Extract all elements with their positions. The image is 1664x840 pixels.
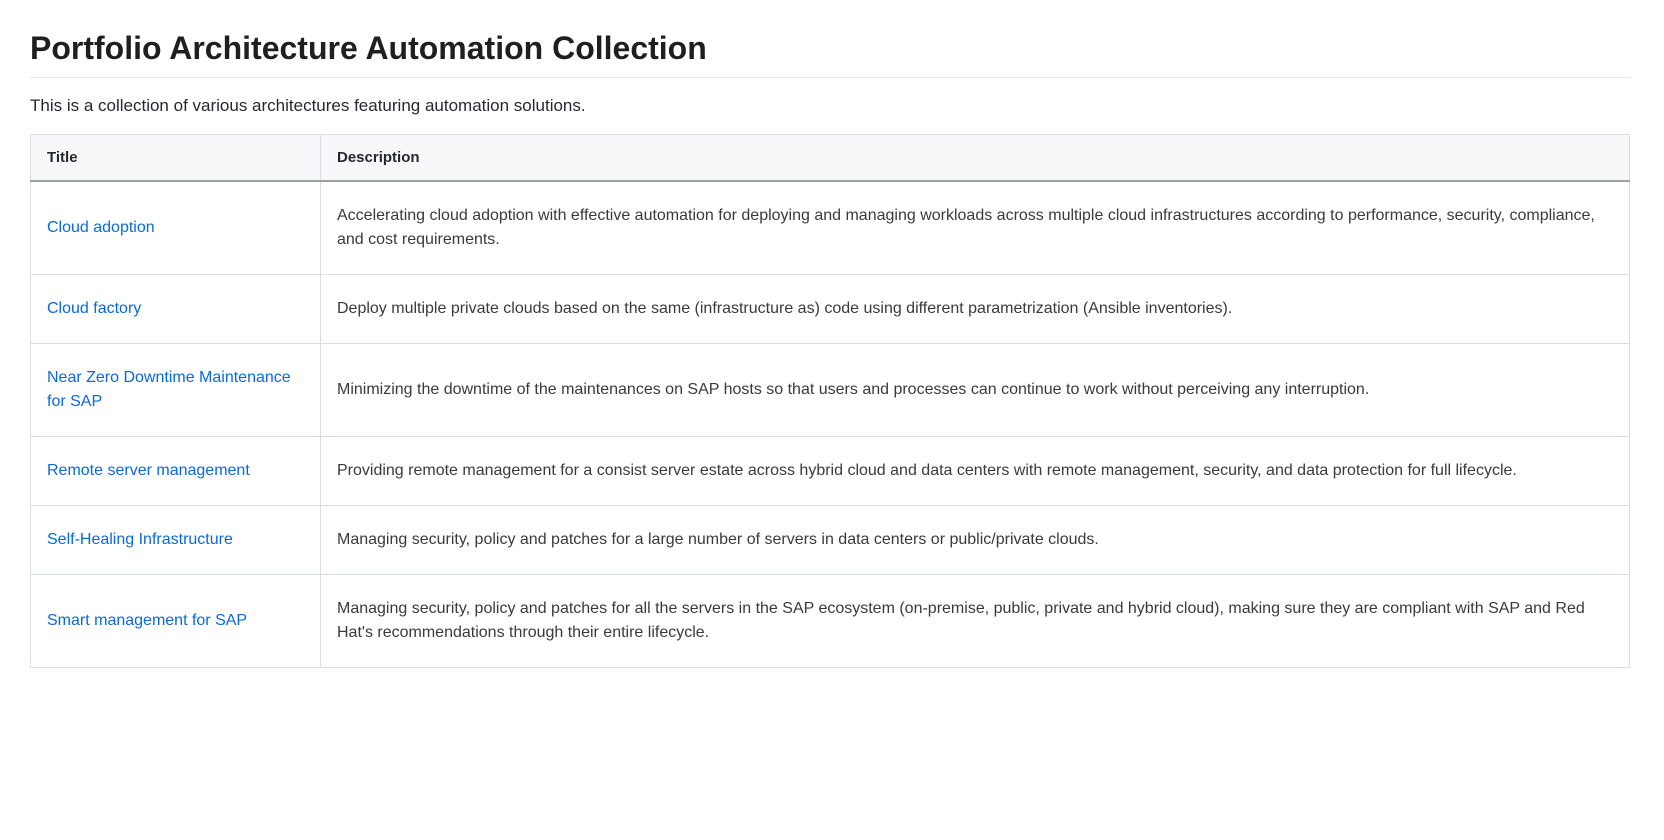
table-row: Smart management for SAP Managing securit… xyxy=(31,575,1630,668)
table-cell-title: Smart management for SAP xyxy=(31,575,321,668)
table-cell-title: Remote server management xyxy=(31,437,321,506)
architecture-table: Title Description Cloud adoption Accelera… xyxy=(30,134,1630,668)
table-cell-description: Managing security, policy and patches fo… xyxy=(321,575,1630,668)
table-cell-title: Near Zero Downtime Maintenance for SAP xyxy=(31,344,321,437)
architecture-link[interactable]: Self-Healing Infrastructure xyxy=(47,531,233,548)
table-row: Near Zero Downtime Maintenance for SAP Mi… xyxy=(31,344,1630,437)
table-cell-description: Providing remote management for a consis… xyxy=(321,437,1630,506)
table-cell-description: Minimizing the downtime of the maintenan… xyxy=(321,344,1630,437)
table-row: Cloud adoption Accelerating cloud adoptio… xyxy=(31,181,1630,275)
table-row: Remote server management Providing remote… xyxy=(31,437,1630,506)
table-cell-title: Self-Healing Infrastructure xyxy=(31,506,321,575)
architecture-link[interactable]: Smart management for SAP xyxy=(47,612,247,629)
architecture-link[interactable]: Near Zero Downtime Maintenance for SAP xyxy=(47,369,291,410)
architecture-link[interactable]: Cloud adoption xyxy=(47,219,155,236)
intro-text: This is a collection of various architec… xyxy=(30,96,1630,116)
table-cell-title: Cloud adoption xyxy=(31,181,321,275)
architecture-link[interactable]: Cloud factory xyxy=(47,300,141,317)
table-row: Cloud factory Deploy multiple private clo… xyxy=(31,275,1630,344)
architecture-link[interactable]: Remote server management xyxy=(47,462,250,479)
table-row: Self-Healing Infrastructure Managing secu… xyxy=(31,506,1630,575)
table-cell-description: Accelerating cloud adoption with effecti… xyxy=(321,181,1630,275)
table-cell-description: Deploy multiple private clouds based on … xyxy=(321,275,1630,344)
column-header-title: Title xyxy=(31,135,321,182)
column-header-description: Description xyxy=(321,135,1630,182)
table-cell-description: Managing security, policy and patches fo… xyxy=(321,506,1630,575)
table-cell-title: Cloud factory xyxy=(31,275,321,344)
page-title: Portfolio Architecture Automation Collec… xyxy=(30,30,1630,78)
